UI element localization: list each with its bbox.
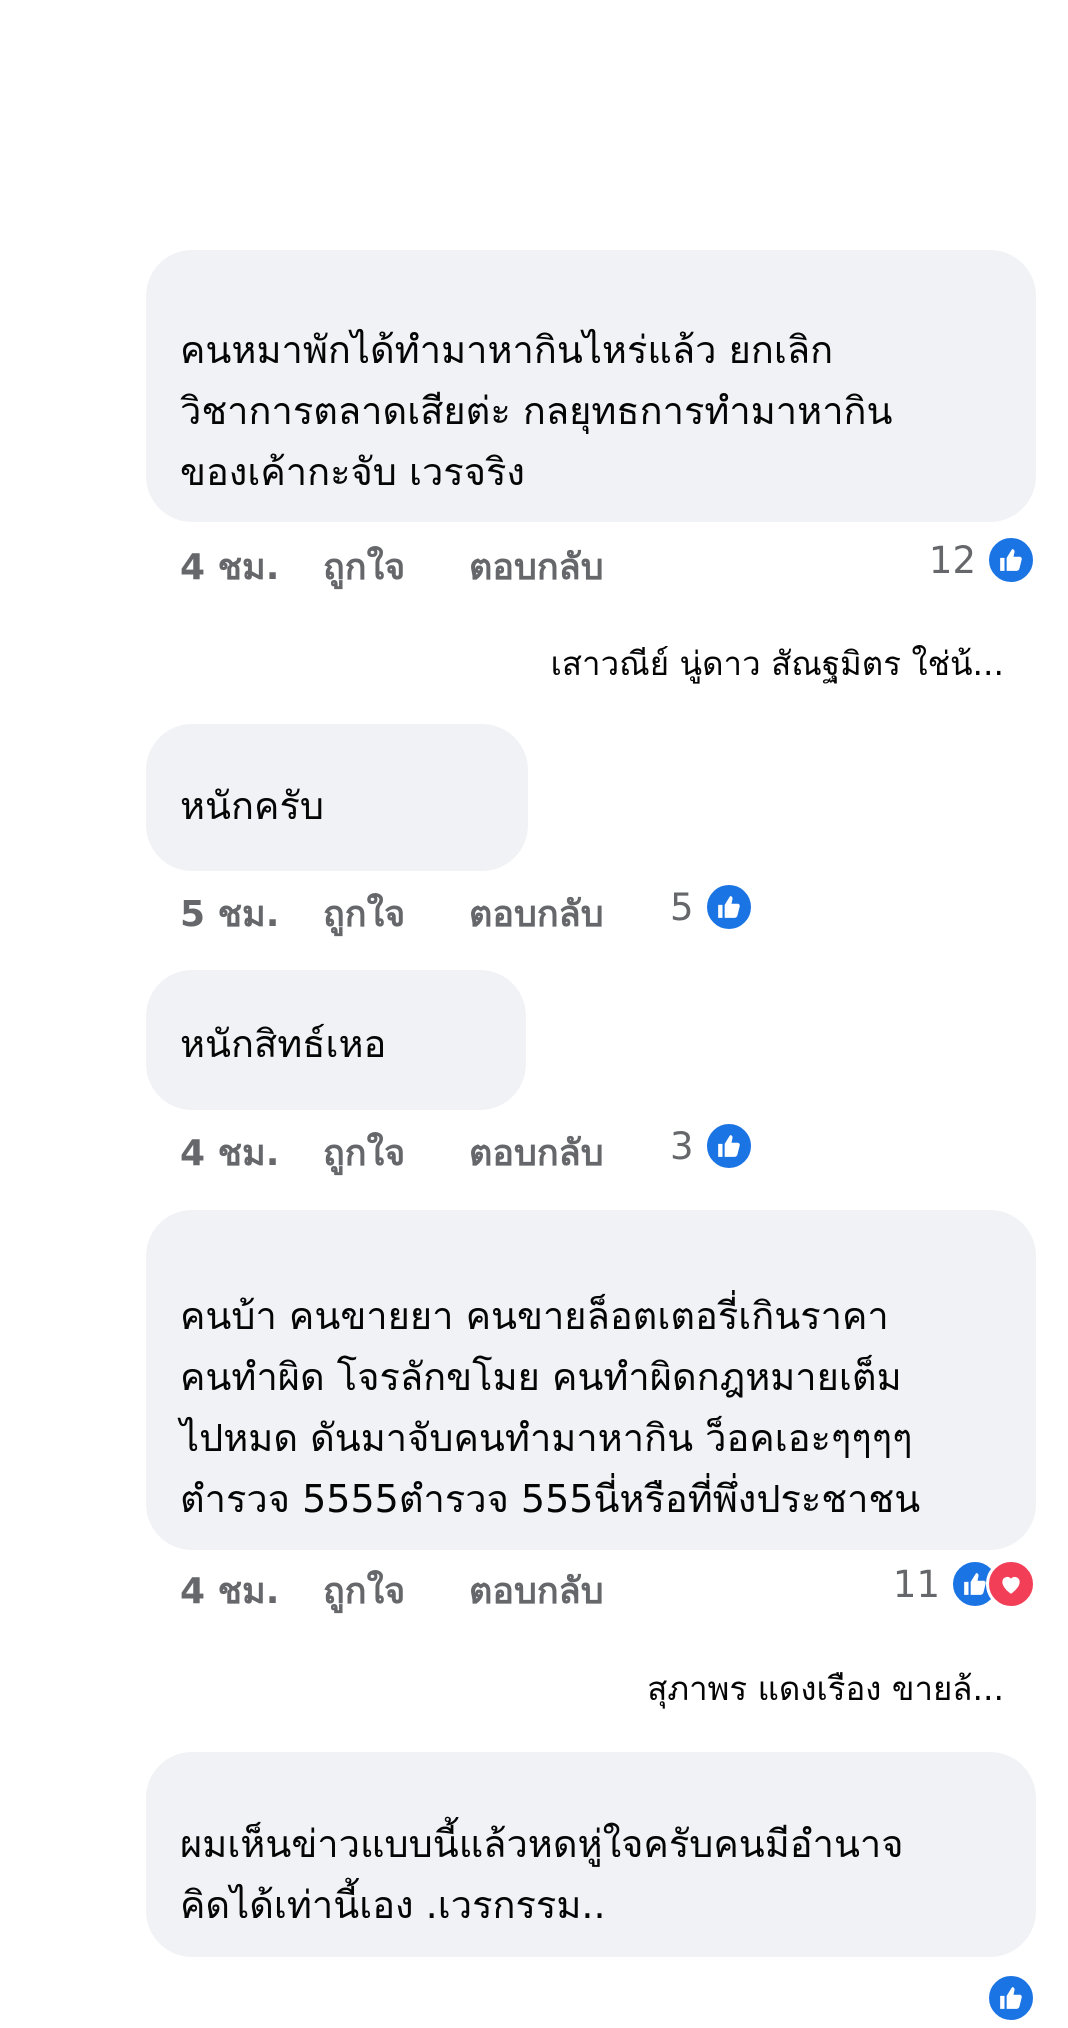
reply-button[interactable]: ตอบกลับ (469, 1562, 604, 1619)
comment-bubble: หนักสิทธ์เหอ (146, 970, 526, 1110)
comment-actions: 4 ชม. ถูกใจ ตอบกลับ (180, 1122, 604, 1182)
reactions-summary[interactable]: 3 (670, 1116, 754, 1176)
comment-actions: 4 ชม. ถูกใจ ตอบกลับ (180, 536, 604, 596)
reactions-summary[interactable]: 5 (670, 877, 754, 937)
reply-button[interactable]: ตอบกลับ (469, 1124, 604, 1181)
comment-actions: 5 ชม. ถูกใจ ตอบกลับ (180, 883, 604, 943)
like-button[interactable]: ถูกใจ (323, 1124, 469, 1181)
reactions-count: 12 (928, 538, 976, 582)
comment-text: คนบ้า คนขายยา คนขายล็อตเตอรี่เกินราคา คน… (180, 1294, 921, 1521)
reactions-count: 5 (670, 885, 694, 929)
view-replies-link[interactable]: เสาวณีย์ นู่ดาว สัณฐมิตร ใช่น้... (551, 637, 1004, 690)
comment-text: หนักครับ (180, 784, 324, 828)
comment-text: ผมเห็นข่าวแบบนี้แล้วหดหู่ใจครับคนมีอำนาจ… (180, 1822, 904, 1927)
reactions-summary[interactable]: 12 (929, 530, 1036, 590)
like-icon (986, 535, 1036, 585)
like-icon (703, 882, 754, 932)
reply-button[interactable]: ตอบกลับ (469, 885, 604, 942)
like-button[interactable]: ถูกใจ (323, 1562, 469, 1619)
comment-text: หนักสิทธ์เหอ (180, 1022, 387, 1066)
comment-actions: 4 ชม. ถูกใจ ตอบกลับ (180, 1560, 604, 1620)
like-button[interactable]: ถูกใจ (323, 885, 469, 942)
comment-bubble: ผมเห็นข่าวแบบนี้แล้วหดหู่ใจครับคนมีอำนาจ… (146, 1752, 1036, 1957)
comment-bubble: คนบ้า คนขายยา คนขายล็อตเตอรี่เกินราคา คน… (146, 1210, 1036, 1550)
like-button[interactable]: ถูกใจ (323, 538, 469, 595)
reactions-count: 11 (892, 1562, 940, 1606)
love-icon (986, 1559, 1036, 1609)
reactions-count: 3 (670, 1124, 694, 1168)
comment-time: 4 ชม. (180, 1132, 280, 1174)
comment-bubble: คนหมาพักได้ทำมาหากินไหร่แล้ว ยกเลิก วิชา… (146, 250, 1036, 522)
comment-text: คนหมาพักได้ทำมาหากินไหร่แล้ว ยกเลิก วิชา… (180, 328, 893, 494)
comment-time: 4 ชม. (180, 546, 280, 588)
reactions-summary[interactable] (986, 1968, 1036, 2028)
comment-time: 5 ชม. (180, 893, 280, 935)
comment-bubble: หนักครับ (146, 724, 528, 871)
reply-button[interactable]: ตอบกลับ (469, 538, 604, 595)
like-icon (703, 1121, 754, 1171)
like-icon (986, 1973, 1036, 2023)
reactions-summary[interactable]: 11 (893, 1554, 1036, 1614)
comment-time: 4 ชม. (180, 1570, 280, 1612)
view-replies-link[interactable]: สุภาพร แดงเรือง ขายล้... (647, 1662, 1004, 1715)
